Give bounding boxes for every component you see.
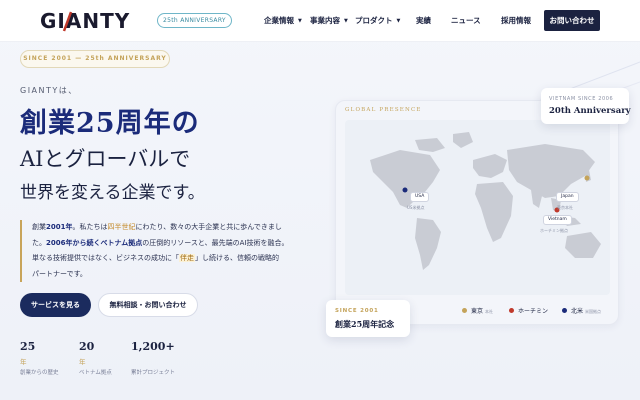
hero-headline-3: 世界を変える企業です。 (20, 183, 205, 203)
dot-icon (562, 308, 567, 313)
header-contact-button[interactable]: お問い合わせ (544, 10, 600, 31)
stat-history: 25 年 創業からの歴史 (20, 340, 59, 376)
nav-business[interactable]: 事業内容 ▼ (310, 15, 348, 26)
desc-line-1: 創業2001年。私たちは四半世紀にわたり、数々の大手企業と共に歩んできまし (32, 223, 282, 231)
free-consult-button[interactable]: 無料相談・お問い合わせ (98, 293, 198, 317)
hero-headline-1: 創業25周年の (20, 108, 200, 139)
hero-headline-2: AIとグローバルで (20, 147, 191, 171)
desc-line-2: た。2006年から続くベトナム拠点の圧倒的リソースと、最先端のAI技術を融合。 (32, 238, 289, 247)
hero-intro: GIANTYは、 (20, 86, 78, 95)
nav-news[interactable]: ニュース (451, 15, 481, 26)
global-presence-label: GLOBAL PRESENCE (345, 107, 422, 113)
chevron-down-icon: ▼ (298, 18, 302, 24)
nav-products[interactable]: プロダクト ▼ (355, 15, 400, 26)
vietnam-anniversary-card: VIETNAM SINCE 2006 20th Anniversary (541, 88, 631, 124)
dot-icon (462, 308, 467, 313)
location-usa-sub: US米拠点 (407, 205, 425, 210)
legend-north-america: 北米 米国拠点 (562, 306, 601, 315)
location-vietnam-tag[interactable]: Vietnam (543, 215, 572, 225)
legend-hochiminh: ホーチミン (509, 306, 548, 315)
location-vietnam-sub: ホーチミン拠点 (540, 228, 568, 233)
location-usa-tag[interactable]: USA (410, 192, 430, 202)
nav-company[interactable]: 企業情報 ▼ (264, 15, 302, 26)
logo-slash-icon (62, 11, 73, 32)
chevron-down-icon: ▼ (344, 18, 348, 24)
site-header: GIANTY 25th ANNIVERSARY 企業情報 ▼ 事業内容 ▼ プロダク… (0, 0, 640, 42)
stat-vietnam: 20 年 ベトナム拠点 (79, 340, 112, 376)
stat-projects: 1,200+ 累計プロジェクト (131, 340, 176, 376)
marker-japan[interactable] (584, 175, 590, 181)
services-button[interactable]: サービスを見る (20, 293, 91, 317)
nav-recruit[interactable]: 採用情報 (501, 15, 531, 26)
location-japan-sub: 東京本社 (557, 205, 573, 210)
nav-works[interactable]: 実績 (416, 15, 431, 26)
legend-tokyo: 東京 本社 (462, 306, 493, 315)
desc-line-3: 単なる技術提供ではなく、ビジネスの成功に「伴走」し続ける、信頼の戦略的 (32, 254, 279, 262)
location-japan-tag[interactable]: Japan (556, 192, 579, 202)
since-2001-card: SINCE 2001 創業25周年記念 (326, 300, 410, 337)
since-pill: SINCE 2001 — 25th ANNIVERSARY (20, 50, 170, 68)
marker-usa[interactable] (402, 187, 408, 193)
anniversary-badge: 25th ANNIVERSARY (157, 13, 232, 28)
hero-description: 創業2001年。私たちは四半世紀にわたり、数々の大手企業と共に歩んできまし た。… (20, 220, 310, 282)
chevron-down-icon: ▼ (396, 18, 401, 24)
desc-line-4: パートナーです。 (32, 269, 87, 278)
dot-icon (509, 308, 514, 313)
